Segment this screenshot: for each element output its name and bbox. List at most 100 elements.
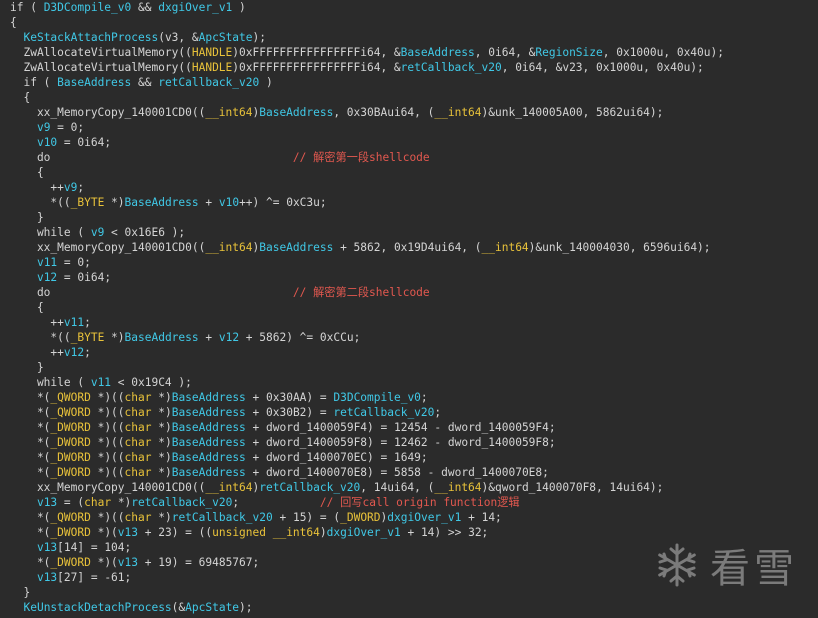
code-token: *)	[151, 436, 172, 449]
code-line[interactable]: {	[10, 90, 724, 105]
code-line[interactable]: ++v12;	[10, 345, 724, 360]
code-line[interactable]: *((_BYTE *)BaseAddress + v10++) ^= 0xC3u…	[10, 195, 724, 210]
code-token: *(	[10, 406, 51, 419]
code-token: *(	[10, 556, 51, 569]
code-token: while (	[10, 376, 91, 389]
code-token: BaseAddress	[259, 106, 334, 119]
code-token: v10	[36, 136, 58, 149]
code-line[interactable]: {	[10, 15, 724, 30]
code-line[interactable]: *(_DWORD *)((char *)BaseAddress + dword_…	[10, 465, 724, 480]
code-line[interactable]: v13[27] = -61;	[10, 570, 724, 585]
code-line[interactable]: xx_MemoryCopy_140001CD0((__int64)BaseAdd…	[10, 105, 724, 120]
code-token: __int64	[481, 241, 529, 254]
code-token: __int64	[205, 241, 253, 254]
code-line[interactable]: *(_DWORD *)(v13 + 23) = ((unsigned __int…	[10, 525, 724, 540]
code-line[interactable]: ++v9;	[10, 180, 724, 195]
code-token: BaseAddress	[171, 436, 246, 449]
code-line[interactable]: *(_DWORD *)((char *)BaseAddress + dword_…	[10, 435, 724, 450]
code-token: ++	[10, 346, 64, 359]
code-line[interactable]: *(_DWORD *)((char *)BaseAddress + dword_…	[10, 450, 724, 465]
code-token: v13	[36, 541, 58, 554]
code-line[interactable]: v11 = 0;	[10, 255, 724, 270]
code-token: *)((	[90, 406, 125, 419]
code-line[interactable]: v9 = 0;	[10, 120, 724, 135]
code-line[interactable]: *(_DWORD *)(v13 + 19) = 69485767;	[10, 555, 724, 570]
code-token: = 0;	[50, 121, 85, 134]
code-token: xx_MemoryCopy_140001CD0((	[10, 241, 206, 254]
code-token: BaseAddress	[171, 391, 246, 404]
code-token: v11	[90, 376, 112, 389]
code-token: __int64	[434, 481, 482, 494]
code-line[interactable]: *(_DWORD *)((char *)BaseAddress + dword_…	[10, 420, 724, 435]
code-token: ;	[232, 496, 320, 509]
code-line[interactable]: v13[14] = 104;	[10, 540, 724, 555]
code-token: xx_MemoryCopy_140001CD0((	[10, 106, 206, 119]
code-token: , 0x30BAui64, (	[333, 106, 435, 119]
code-line[interactable]: if ( D3DCompile_v0 && dxgiOver_v1 )	[10, 0, 724, 15]
code-token: + dword_1400059F4) = 12454 - dword_14000…	[245, 421, 556, 434]
code-line[interactable]: }	[10, 360, 724, 375]
code-token: + dword_1400070EC) = 1649;	[245, 451, 428, 464]
code-line[interactable]: do // 解密第一段shellcode	[10, 150, 724, 165]
code-line[interactable]: ZwAllocateVirtualMemory((HANDLE)0xFFFFFF…	[10, 45, 724, 60]
code-token: D3DCompile_v0	[43, 1, 132, 14]
code-token: )&qword_1400070F8, 14ui64);	[481, 481, 664, 494]
code-token: *)	[151, 406, 172, 419]
code-token: v13	[117, 526, 139, 539]
code-line[interactable]: if ( BaseAddress && retCallback_v20 )	[10, 75, 724, 90]
code-token: v13	[36, 571, 58, 584]
code-line[interactable]: *(_QWORD *)((char *)retCallback_v20 + 15…	[10, 510, 724, 525]
code-token: v9	[90, 226, 105, 239]
code-token: )	[319, 526, 327, 539]
code-token: char	[124, 391, 152, 404]
code-line[interactable]: }	[10, 585, 724, 600]
code-line[interactable]: xx_MemoryCopy_140001CD0((__int64)retCall…	[10, 480, 724, 495]
code-token: + 0x30AA) =	[245, 391, 334, 404]
code-token: = 0;	[57, 256, 91, 269]
code-token: char	[124, 421, 152, 434]
code-line[interactable]: KeStackAttachProcess(v3, &ApcState);	[10, 30, 724, 45]
code-token: if (	[10, 76, 58, 89]
code-line[interactable]: v10 = 0i64;	[10, 135, 724, 150]
code-line[interactable]: *(_QWORD *)((char *)BaseAddress + 0x30B2…	[10, 405, 724, 420]
code-line[interactable]: while ( v9 < 0x16E6 );	[10, 225, 724, 240]
code-token: retCallback_v20	[131, 496, 233, 509]
code-token: v11	[36, 256, 58, 269]
code-token: {	[10, 16, 17, 29]
code-token: *((	[10, 196, 71, 209]
code-token: v9	[36, 121, 51, 134]
code-line[interactable]: ZwAllocateVirtualMemory((HANDLE)0xFFFFFF…	[10, 60, 724, 75]
code-token: + 0x30B2) =	[245, 406, 334, 419]
code-token: _DWORD	[50, 436, 91, 449]
code-line[interactable]: v12 = 0i64;	[10, 270, 724, 285]
code-token: char	[124, 466, 152, 479]
code-area[interactable]: if ( D3DCompile_v0 && dxgiOver_v1 ){ KeS…	[0, 0, 724, 615]
code-line[interactable]: v13 = (char *)retCallback_v20; // 回写call…	[10, 495, 724, 510]
code-line[interactable]: }	[10, 210, 724, 225]
code-token: dxgiOver_v1	[158, 1, 233, 14]
code-token: )	[259, 76, 273, 89]
code-line[interactable]: {	[10, 165, 724, 180]
code-line[interactable]: *((_BYTE *)BaseAddress + v12 + 5862) ^= …	[10, 330, 724, 345]
code-token: < 0x19C4 );	[111, 376, 192, 389]
code-line[interactable]: ++v11;	[10, 315, 724, 330]
code-line[interactable]: *(_QWORD *)((char *)BaseAddress + 0x30AA…	[10, 390, 724, 405]
code-token: ApcState	[198, 31, 253, 44]
code-token: = 0i64;	[57, 136, 112, 149]
code-token: {	[10, 91, 31, 104]
code-line[interactable]: {	[10, 300, 724, 315]
code-token: *)	[151, 466, 172, 479]
code-token: }	[10, 586, 31, 599]
code-token: *)	[111, 496, 132, 509]
code-token: (&	[171, 601, 186, 614]
pseudocode-editor[interactable]: if ( D3DCompile_v0 && dxgiOver_v1 ){ KeS…	[0, 0, 818, 618]
code-line[interactable]: xx_MemoryCopy_140001CD0((__int64)BaseAdd…	[10, 240, 724, 255]
code-line[interactable]: KeUnstackDetachProcess(&ApcState);	[10, 600, 724, 615]
code-token: )	[232, 1, 246, 14]
code-line[interactable]: do // 解密第二段shellcode	[10, 285, 724, 300]
code-token: + 5862, 0x19D4ui64, (	[333, 241, 482, 254]
code-line[interactable]: while ( v11 < 0x19C4 );	[10, 375, 724, 390]
